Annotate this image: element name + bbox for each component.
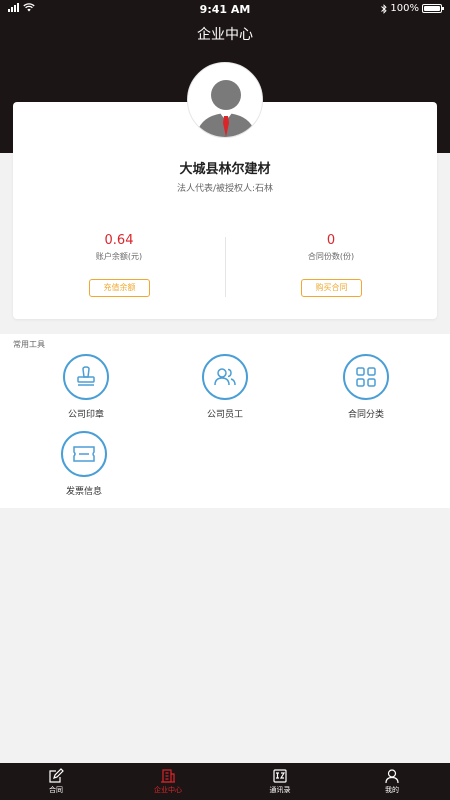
tool-label: 合同分类 <box>347 410 384 420</box>
tool-label: 发票信息 <box>65 487 102 497</box>
contracts-value: 0 <box>326 233 336 248</box>
contacts-icon <box>273 769 287 783</box>
tool-icon-circle <box>61 431 107 477</box>
tool-icon-circle <box>63 354 109 400</box>
user-icon <box>385 769 399 784</box>
tab-label: 企业中心 <box>154 786 182 794</box>
tool-label: 公司员工 <box>206 410 243 420</box>
recharge-button[interactable]: 充值余额 <box>89 279 150 297</box>
tab-enterprise-center[interactable]: 企业中心 <box>112 763 224 800</box>
contract-edit-icon <box>49 768 64 783</box>
tab-label: 合同 <box>49 786 63 794</box>
tab-mine[interactable]: 我的 <box>336 763 448 800</box>
tool-company-employees[interactable]: 公司员工 <box>175 354 275 420</box>
tab-contacts[interactable]: 通讯录 <box>224 763 336 800</box>
tool-label: 公司印章 <box>67 410 104 420</box>
tab-contracts[interactable]: 合同 <box>0 763 112 800</box>
tools-section: 常用工具 公司印章 公司员工 合同分类 发票信息 <box>0 334 450 508</box>
buy-contracts-button[interactable]: 购买合同 <box>301 279 362 297</box>
legal-representative: 法人代表/被授权人:石林 <box>176 184 274 194</box>
tool-icon-circle <box>343 354 389 400</box>
seal-icon <box>77 366 95 386</box>
company-name: 大城县林尔建材 <box>179 162 271 177</box>
balance-value: 0.64 <box>104 233 134 248</box>
battery-icon <box>422 4 444 13</box>
battery-level <box>424 6 440 11</box>
page-title: 企业中心 <box>197 27 253 43</box>
tools-title: 常用工具 <box>13 340 45 349</box>
tool-contract-category[interactable]: 合同分类 <box>316 354 416 420</box>
tab-label: 通讯录 <box>269 786 291 794</box>
tab-bar: 合同 企业中心 通讯录 我的 <box>0 763 450 800</box>
default-avatar-icon <box>196 80 256 137</box>
building-icon <box>161 769 175 783</box>
category-grid-icon <box>356 367 376 387</box>
contracts-label: 合同份数(份) <box>307 252 355 261</box>
status-bar: 9:41 AM 100% <box>0 0 450 18</box>
contracts-stat: 0 合同份数(份) <box>225 233 437 262</box>
bluetooth-icon <box>381 3 388 14</box>
invoice-icon <box>73 446 95 462</box>
balance-stat: 0.64 账户余额(元) <box>13 233 225 262</box>
battery-percent: 100% <box>390 3 419 14</box>
balance-label: 账户余额(元) <box>95 252 143 261</box>
tab-label: 我的 <box>385 786 399 794</box>
employees-icon <box>214 368 236 386</box>
tool-icon-circle <box>202 354 248 400</box>
status-right: 100% <box>381 3 444 14</box>
tool-invoice-info[interactable]: 发票信息 <box>34 431 134 497</box>
avatar[interactable] <box>187 62 263 138</box>
tool-company-seal[interactable]: 公司印章 <box>36 354 136 420</box>
